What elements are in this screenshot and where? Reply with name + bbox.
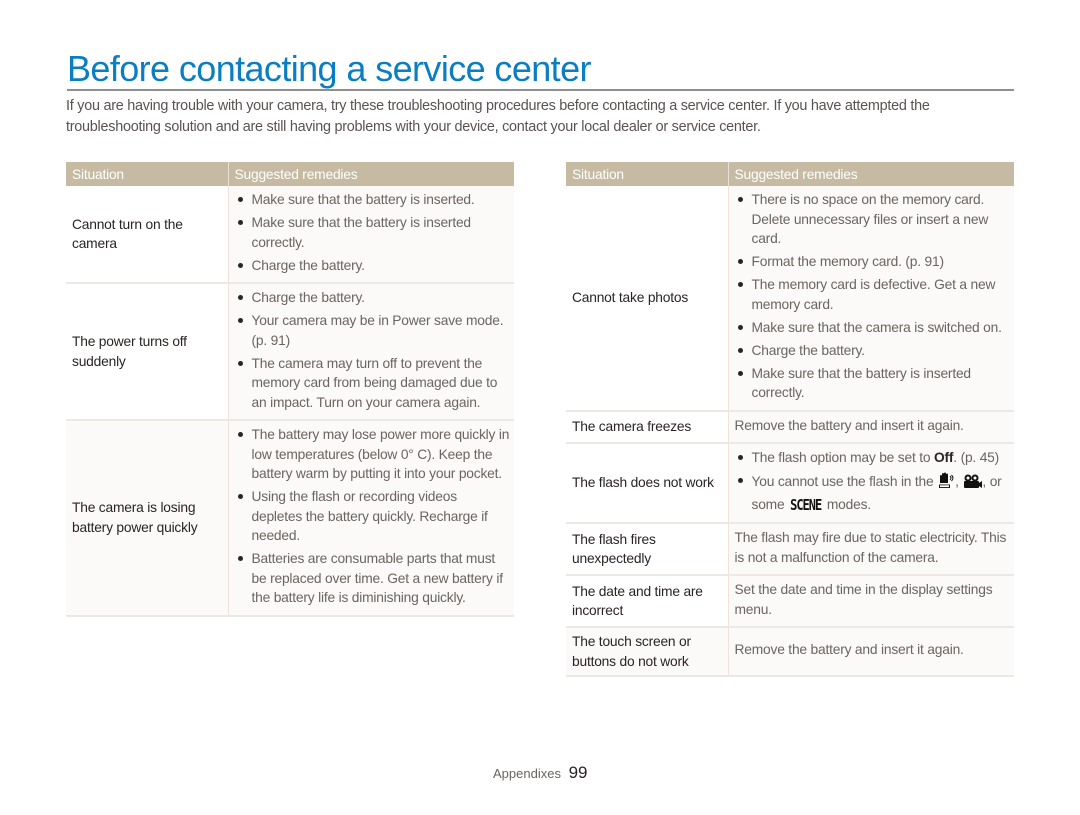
remedy-item: Make sure that the battery is inserted c… (735, 364, 1011, 403)
remedy-item: Batteries are consumable parts that must… (235, 549, 511, 608)
remedies-cell: The battery may lose power more quickly … (227, 420, 514, 617)
page-footer: Appendixes 99 (493, 763, 588, 783)
header-remedies: Suggested remedies (727, 162, 1014, 186)
remedies-cell: The flash option may be set to Off. (p. … (727, 443, 1014, 524)
bullet-icon (237, 318, 243, 323)
situation-cell: The flash does not work (566, 443, 728, 524)
title-divider (67, 89, 1014, 91)
table-row: Cannot take photos There is no space on … (566, 186, 1014, 412)
table-row: The date and time are incorrect Set the … (566, 575, 1014, 628)
table-header-row: Situation Suggested remedies (566, 162, 1014, 186)
table-row: The camera freezes Remove the battery an… (566, 410, 1014, 444)
bullet-icon (237, 494, 243, 499)
remedy-text: Make sure that the battery is inserted. (251, 192, 475, 207)
table-row: The flash fires unexpectedly The flash m… (566, 523, 1014, 576)
remedies-cell: Remove the battery and insert it again. (727, 410, 1014, 444)
remedy-text: modes. (826, 496, 871, 512)
page-title: Before contacting a service center (67, 48, 591, 89)
remedies-cell: The flash may fire due to static electri… (727, 523, 1014, 576)
remedy-text: Make sure that the battery is inserted c… (751, 365, 972, 401)
remedies-cell: Make sure that the battery is inserted. … (227, 186, 514, 284)
bullet-icon (737, 347, 743, 353)
remedy-item: There is no space on the memory card. De… (735, 190, 1011, 249)
remedy-text: Charge the battery. (251, 257, 365, 273)
remedy-text: Charge the battery. (751, 342, 865, 358)
bullet-icon (737, 478, 743, 483)
remedy-text: Batteries are consumable parts that must… (251, 551, 504, 605)
table-row: Cannot turn on the camera Make sure that… (66, 186, 514, 284)
remedy-text: . (p. 45) (953, 450, 1000, 465)
dual-is-icon (937, 471, 955, 495)
header-situation: Situation (566, 162, 728, 186)
intro-paragraph: If you are having trouble with your came… (66, 98, 930, 135)
remedy-item: Charge the battery. (735, 341, 1011, 361)
footer-section: Appendixes (493, 766, 561, 781)
remedy-item: Charge the battery. (235, 288, 511, 308)
bullet-icon (737, 370, 743, 376)
remedy-text: The camera may turn off to prevent the m… (251, 355, 498, 410)
bullet-icon (237, 220, 243, 225)
remedy-item: The battery may lose power more quickly … (235, 425, 511, 484)
scene-mode-icon: SCENE (790, 495, 822, 514)
remedy-item: The flash option may be set to Off. (p. … (735, 448, 1011, 468)
remedy-item: Using the flash or recording videos depl… (235, 487, 511, 546)
table-row: The flash does not work The flash option… (566, 443, 1014, 524)
header-remedies: Suggested remedies (227, 162, 514, 186)
remedy-text: Charge the battery. (251, 290, 365, 305)
remedy-item: Your camera may be in Power save mode. (… (235, 311, 511, 350)
remedy-text: Format the memory card. (p. 91) (751, 254, 945, 269)
remedy-text: The flash option may be set to (751, 450, 934, 465)
remedies-cell: There is no space on the memory card. De… (727, 186, 1014, 412)
bullet-icon (237, 295, 243, 300)
remedy-text: You cannot use the flash in the (751, 474, 934, 489)
remedy-item: Charge the battery. (235, 256, 511, 276)
bullet-icon (237, 197, 243, 202)
page-number: 99 (568, 763, 588, 782)
movie-camera-icon (962, 473, 983, 495)
troubleshooting-table-right: Situation Suggested remedies Cannot take… (566, 162, 1014, 677)
bullet-icon (737, 197, 743, 202)
remedy-item: Make sure that the battery is inserted c… (235, 213, 511, 252)
situation-cell: The camera is losing battery power quick… (66, 420, 228, 617)
remedy-text: The memory card is defective. Get a new … (751, 277, 996, 312)
situation-cell: Cannot turn on the camera (66, 186, 228, 284)
situation-cell: The power turns off suddenly (66, 283, 228, 421)
remedy-item: The camera may turn off to prevent the m… (235, 354, 511, 413)
remedy-text: There is no space on the memory card. De… (751, 192, 989, 246)
bullet-icon (237, 432, 243, 437)
remedy-text: Make sure that the battery is inserted c… (251, 215, 472, 250)
bullet-icon (237, 556, 243, 561)
situation-cell: The camera freezes (566, 410, 728, 444)
table-row: The camera is losing battery power quick… (66, 420, 514, 617)
flash-off-setting: Off (933, 450, 954, 465)
bullet-icon (737, 259, 743, 264)
situation-cell: Cannot take photos (566, 186, 728, 412)
table-row: The power turns off suddenly Charge the … (66, 283, 514, 421)
situation-cell: The date and time are incorrect (566, 575, 728, 628)
remedies-cell: Set the date and time in the display set… (727, 575, 1014, 628)
remedy-item: Make sure that the camera is switched on… (735, 318, 1011, 338)
remedy-text: Your camera may be in Power save mode. (… (251, 313, 504, 348)
remedy-item: Make sure that the battery is inserted. (235, 190, 511, 210)
bullet-icon (737, 324, 743, 330)
table-header-row: Situation Suggested remedies (66, 162, 514, 186)
remedy-text: The battery may lose power more quickly … (251, 427, 510, 481)
bullet-icon (237, 262, 243, 268)
remedies-cell: Charge the battery. Your camera may be i… (227, 283, 514, 421)
remedy-item: Format the memory card. (p. 91) (735, 252, 1011, 272)
remedy-item: The memory card is defective. Get a new … (735, 275, 1011, 314)
situation-cell: The touch screen or buttons do not work (566, 627, 728, 677)
table-row: The touch screen or buttons do not work … (566, 627, 1014, 677)
bullet-icon (737, 282, 743, 287)
troubleshooting-table-left: Situation Suggested remedies Cannot turn… (66, 162, 514, 617)
situation-cell: The flash fires unexpectedly (566, 523, 728, 576)
bullet-icon (237, 360, 243, 366)
remedy-text: Using the flash or recording videos depl… (251, 489, 488, 543)
remedy-item: You cannot use the flash in the , , or s… (735, 471, 1011, 515)
bullet-icon (737, 455, 743, 460)
remedy-text: Make sure that the camera is switched on… (751, 319, 1002, 335)
header-situation: Situation (66, 162, 228, 186)
remedies-cell: Remove the battery and insert it again. (727, 627, 1014, 677)
